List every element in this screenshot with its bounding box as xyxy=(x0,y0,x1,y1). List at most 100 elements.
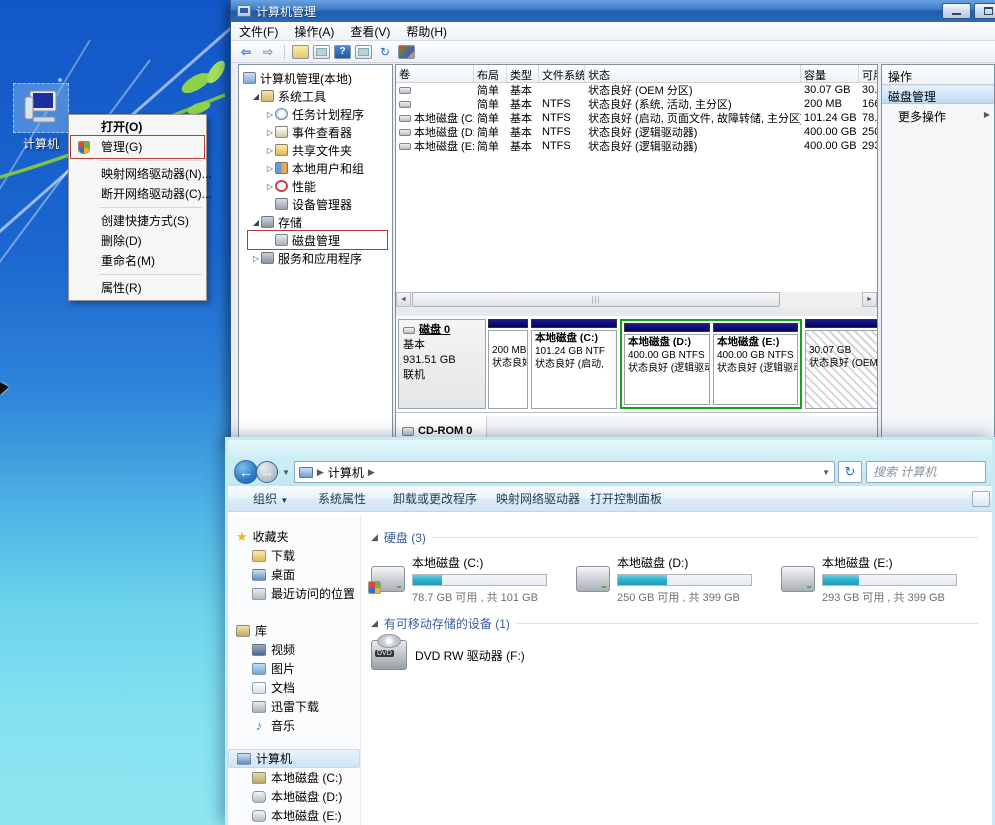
tree-item-services-applications[interactable]: ▷ 服务和应用程序 xyxy=(239,249,392,267)
partition-system-reserved[interactable]: 200 MB状态良好 ( xyxy=(488,319,528,409)
scroll-thumb[interactable]: ||| xyxy=(412,292,780,307)
back-button[interactable]: ← xyxy=(234,460,258,484)
group-header-removable[interactable]: ◢ 有可移动存储的设备 (1) xyxy=(371,615,992,632)
col-type[interactable]: 类型 xyxy=(507,65,539,82)
col-layout[interactable]: 布局 xyxy=(474,65,507,82)
nav-computer[interactable]: 计算机 xyxy=(228,749,360,768)
nav-history-dropdown-icon[interactable]: ▼ xyxy=(282,468,290,477)
forward-button[interactable]: → xyxy=(256,461,278,483)
menu-item-create-shortcut[interactable]: 创建快捷方式(S) xyxy=(71,211,204,231)
search-box[interactable] xyxy=(866,461,986,483)
console-window-icon[interactable] xyxy=(313,45,330,59)
nav-favorites[interactable]: ★ 收藏夹 xyxy=(228,527,360,546)
export-list-icon[interactable] xyxy=(398,45,415,59)
menu-item-disconnect-network-drive[interactable]: 断开网络驱动器(C)... xyxy=(71,184,204,204)
collapsed-arrow-icon[interactable]: ▷ xyxy=(265,110,275,119)
desktop-computer-icon[interactable]: 计算机 xyxy=(12,83,70,155)
tree-item-task-scheduler[interactable]: ▷ 任务计划程序 xyxy=(239,105,392,123)
expanded-arrow-icon[interactable]: ◢ xyxy=(251,218,261,227)
volume-row[interactable]: 简单基本 状态良好 (OEM 分区) 30.07 GB30.07 G xyxy=(396,83,878,97)
volume-row[interactable]: 本地磁盘 (E:) 简单基本 NTFS状态良好 (逻辑驱动器) 400.00 G… xyxy=(396,139,878,153)
menu-view[interactable]: 查看(V) xyxy=(350,23,390,40)
uninstall-programs-button[interactable]: 卸载或更改程序 xyxy=(393,490,477,507)
menu-item-properties[interactable]: 属性(R) xyxy=(71,278,204,298)
partition-e[interactable]: 本地磁盘 (E:)400.00 GB NTFS状态良好 (逻辑驱动 xyxy=(713,323,798,405)
change-view-icon[interactable] xyxy=(972,491,990,507)
group-collapse-icon[interactable]: ◢ xyxy=(371,532,378,543)
horizontal-scrollbar[interactable]: ◄ ||| ► xyxy=(396,292,877,307)
breadcrumb-segment-computer[interactable]: 计算机 xyxy=(328,464,364,481)
explorer-title-bar[interactable] xyxy=(228,440,992,458)
drive-tile-e[interactable]: 本地磁盘 (E:) 293 GB 可用 , 共 399 GB xyxy=(781,554,986,605)
drive-tile-c[interactable]: 本地磁盘 (C:) 78.7 GB 可用 , 共 101 GB xyxy=(371,554,576,605)
open-control-panel-button[interactable]: 打开控制面板 xyxy=(590,490,662,507)
group-header-hard-disks[interactable]: ◢ 硬盘 (3) xyxy=(371,529,992,546)
disk0-info-box[interactable]: 磁盘 0 基本 931.51 GB 联机 xyxy=(398,319,486,409)
tree-item-storage[interactable]: ◢ 存储 xyxy=(239,213,392,231)
volume-row[interactable]: 本地磁盘 (D:) 简单基本 NTFS状态良好 (逻辑驱动器) 400.00 G… xyxy=(396,125,878,139)
col-free-space[interactable]: 可用空间 xyxy=(859,65,878,82)
collapsed-arrow-icon[interactable]: ▷ xyxy=(265,146,275,155)
dvd-drive-tile[interactable]: DVD DVD RW 驱动器 (F:) xyxy=(371,640,992,670)
tree-item-computer-management[interactable]: 计算机管理(本地) xyxy=(239,69,392,87)
nav-pictures[interactable]: 图片 xyxy=(228,659,360,678)
pane-splitter[interactable] xyxy=(396,307,877,316)
search-input[interactable] xyxy=(867,462,985,482)
help-icon[interactable]: ? xyxy=(334,45,351,59)
drive-tile-d[interactable]: 本地磁盘 (D:) 250 GB 可用 , 共 399 GB xyxy=(576,554,781,605)
collapsed-arrow-icon[interactable]: ▷ xyxy=(265,128,275,137)
partition-d[interactable]: 本地磁盘 (D:)400.00 GB NTFS状态良好 (逻辑驱动 xyxy=(624,323,710,405)
menu-item-manage[interactable]: 管理(G) xyxy=(71,137,204,157)
nav-libraries[interactable]: 库 xyxy=(228,621,360,640)
tree-item-system-tools[interactable]: ◢ 系统工具 xyxy=(239,87,392,105)
address-dropdown-icon[interactable]: ▼ xyxy=(822,468,830,477)
system-properties-button[interactable]: 系统属性 xyxy=(318,490,366,507)
nav-downloads[interactable]: 下载 xyxy=(228,546,360,565)
volume-row[interactable]: 简单基本 NTFS状态良好 (系统, 活动, 主分区) 200 MB166 MB xyxy=(396,97,878,111)
tree-item-disk-management[interactable]: 磁盘管理 xyxy=(239,231,392,249)
nav-documents[interactable]: 文档 xyxy=(228,678,360,697)
collapsed-arrow-icon[interactable]: ▷ xyxy=(265,164,275,173)
tree-item-device-manager[interactable]: 设备管理器 xyxy=(239,195,392,213)
scroll-left-icon[interactable]: ◄ xyxy=(396,292,411,307)
partition-oem[interactable]: 30.07 GB状态良好 (OEM xyxy=(805,319,878,409)
show-action-pane-icon[interactable] xyxy=(355,45,372,59)
actions-more[interactable]: 更多操作 ▶ xyxy=(882,104,994,126)
maximize-button[interactable] xyxy=(974,3,995,19)
col-status[interactable]: 状态 xyxy=(585,65,801,82)
menu-item-open[interactable]: 打开(O) xyxy=(71,117,204,137)
partition-c[interactable]: 本地磁盘 (C:)101.24 GB NTF状态良好 (启动, xyxy=(531,319,617,409)
group-collapse-icon[interactable]: ◢ xyxy=(371,618,378,629)
expanded-arrow-icon[interactable]: ◢ xyxy=(251,92,261,101)
collapsed-arrow-icon[interactable]: ▷ xyxy=(251,254,261,263)
tree-item-performance[interactable]: ▷ 性能 xyxy=(239,177,392,195)
tree-item-event-viewer[interactable]: ▷ 事件查看器 xyxy=(239,123,392,141)
nav-local-disk-e[interactable]: 本地磁盘 (E:) xyxy=(228,806,360,825)
nav-local-disk-d[interactable]: 本地磁盘 (D:) xyxy=(228,787,360,806)
actions-disk-management[interactable]: 磁盘管理 xyxy=(882,85,994,104)
nav-recent-places[interactable]: 最近访问的位置 xyxy=(228,584,360,603)
menu-help[interactable]: 帮助(H) xyxy=(406,23,447,40)
map-network-drive-button[interactable]: 映射网络驱动器 xyxy=(496,490,580,507)
show-console-tree-icon[interactable] xyxy=(292,45,309,59)
minimize-button[interactable] xyxy=(942,3,971,19)
forward-icon[interactable]: ⇨ xyxy=(259,44,277,60)
refresh-button[interactable]: ↻ xyxy=(838,461,862,483)
menu-file[interactable]: 文件(F) xyxy=(239,23,278,40)
nav-desktop[interactable]: 桌面 xyxy=(228,565,360,584)
scroll-right-icon[interactable]: ► xyxy=(862,292,877,307)
refresh-icon[interactable]: ↻ xyxy=(376,44,394,60)
back-icon[interactable]: ⇦ xyxy=(237,44,255,60)
organize-button[interactable]: 组织 ▼ xyxy=(253,490,288,507)
nav-thunder-downloads[interactable]: 迅雷下载 xyxy=(228,697,360,716)
menu-item-rename[interactable]: 重命名(M) xyxy=(71,251,204,271)
collapsed-arrow-icon[interactable]: ▷ xyxy=(265,182,275,191)
menu-action[interactable]: 操作(A) xyxy=(294,23,334,40)
menu-item-delete[interactable]: 删除(D) xyxy=(71,231,204,251)
col-volume[interactable]: 卷 xyxy=(396,65,474,82)
nav-local-disk-c[interactable]: 本地磁盘 (C:) xyxy=(228,768,360,787)
mgmt-title-bar[interactable]: 计算机管理 xyxy=(231,0,995,22)
tree-item-local-users-groups[interactable]: ▷ 本地用户和组 xyxy=(239,159,392,177)
menu-item-map-network-drive[interactable]: 映射网络驱动器(N)... xyxy=(71,164,204,184)
address-bar[interactable]: ▶ 计算机 ▶ ▼ xyxy=(294,461,835,483)
